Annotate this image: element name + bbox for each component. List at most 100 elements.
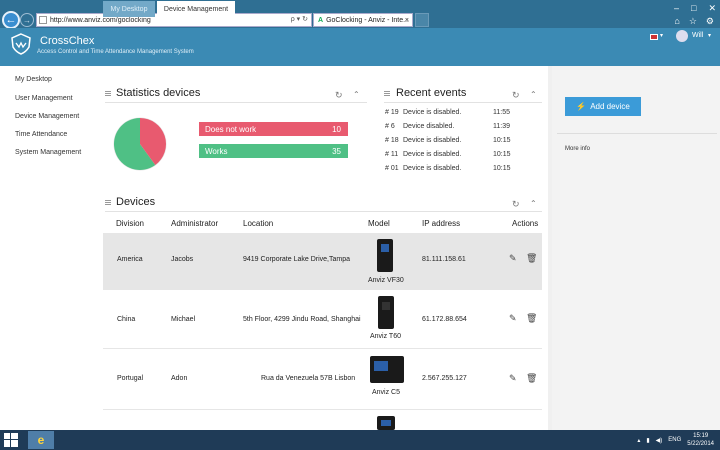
sidebar-item-user-management[interactable]: User Management xyxy=(15,95,73,102)
scrollbar[interactable] xyxy=(548,66,552,430)
collapse-icon[interactable]: ⌃ xyxy=(530,199,537,208)
drag-handle-icon[interactable] xyxy=(105,200,111,205)
back-button[interactable]: ← xyxy=(2,11,20,29)
trash-icon[interactable]: 🗑 xyxy=(526,253,537,264)
event-item: # 6 Device disabled. xyxy=(385,123,455,130)
column-header: Location xyxy=(243,219,274,228)
windows-start-icon[interactable] xyxy=(4,433,18,447)
close-window-button[interactable]: ✕ xyxy=(708,3,716,14)
maximize-button[interactable]: □ xyxy=(691,3,696,14)
network-icon[interactable]: ▮ xyxy=(646,437,649,444)
browser-tab[interactable]: A GoClocking - Anviz - Inte... × xyxy=(313,13,413,27)
refresh-icon[interactable]: ↻ xyxy=(512,90,520,101)
favorites-icon[interactable]: ☆ xyxy=(689,16,697,27)
admin-cell: Adon xyxy=(171,375,188,382)
clock-time: 15:19 xyxy=(693,433,709,439)
right-panel xyxy=(552,66,720,430)
sidebar-item-system-management[interactable]: System Management xyxy=(15,149,81,156)
window-controls: – □ ✕ xyxy=(674,3,716,14)
language-flag-icon[interactable] xyxy=(650,34,658,40)
ip-cell: 61.172.88.654 xyxy=(422,316,467,323)
event-item: # 01 Device is disabled. xyxy=(385,165,462,172)
trash-icon[interactable]: 🗑 xyxy=(526,313,537,324)
division-cell: China xyxy=(117,316,136,323)
minimize-button[interactable]: – xyxy=(674,3,679,14)
taskbar: e ▴ ▮ ◀) ENG 15:19 5/22/2014 xyxy=(0,430,720,450)
location-cell: Rua da Venezuela 57B Lisbon xyxy=(261,375,356,382)
model-name: Anviz T60 xyxy=(370,333,401,340)
refresh-icon[interactable]: ↻ xyxy=(512,199,520,210)
ip-cell: 2.567.255.127 xyxy=(422,375,467,382)
clock[interactable]: 15:19 5/22/2014 xyxy=(687,432,714,448)
user-name[interactable]: Will xyxy=(692,32,703,39)
tab-close-icon[interactable]: × xyxy=(405,17,409,24)
clock-date: 5/22/2014 xyxy=(687,441,714,447)
avatar[interactable] xyxy=(676,30,688,42)
trash-icon[interactable]: 🗑 xyxy=(526,373,537,384)
drag-handle-icon[interactable] xyxy=(105,91,111,96)
stat-label: Does not work xyxy=(205,124,257,134)
event-time: 10:15 xyxy=(493,151,511,158)
tab-device-management[interactable]: Device Management xyxy=(157,1,235,17)
collapse-icon[interactable]: ⌃ xyxy=(353,90,360,99)
event-time: 11:39 xyxy=(493,123,510,130)
device-vf30-image xyxy=(377,239,393,272)
new-tab-button[interactable] xyxy=(415,13,429,27)
more-info-link[interactable]: More info xyxy=(565,146,590,152)
device-t60-image xyxy=(378,296,394,329)
volume-icon[interactable]: ◀) xyxy=(656,437,663,444)
device-partial-image xyxy=(377,416,395,430)
stat-does-not-work: Does not work 10 xyxy=(199,122,348,136)
divider xyxy=(105,102,367,103)
drag-handle-icon[interactable] xyxy=(384,91,390,96)
url-text: http://www.anviz.com/goclocking xyxy=(50,16,151,24)
shield-logo-icon xyxy=(11,33,31,55)
address-tools-icon[interactable]: ρ ▾ ↻ xyxy=(291,15,308,23)
stat-count: 35 xyxy=(332,146,341,156)
pencil-icon[interactable]: ✎ xyxy=(509,373,517,384)
stat-count: 10 xyxy=(332,124,341,134)
page-icon xyxy=(39,16,47,24)
location-cell: 9419 Corporate Lake Drive,Tampa xyxy=(243,256,351,263)
tab-my-desktop[interactable]: My Desktop xyxy=(103,1,155,17)
event-time: 10:15 xyxy=(493,137,511,144)
status-pie-chart xyxy=(113,117,167,171)
ip-cell: 81.111.158.61 xyxy=(422,256,466,263)
arrow-left-icon: ← xyxy=(5,14,17,26)
settings-icon[interactable]: ⚙ xyxy=(706,16,714,27)
devices-title: Devices xyxy=(116,196,156,208)
user-menu-caret-icon[interactable]: ▾ xyxy=(708,32,711,39)
sidebar-item-device-management[interactable]: Device Management xyxy=(15,113,79,120)
app-subtitle: Access Control and Time Attendance Manag… xyxy=(37,49,194,55)
forward-button[interactable]: → xyxy=(20,13,34,27)
arrow-right-icon: → xyxy=(23,15,31,25)
column-header: Actions xyxy=(512,219,539,228)
sidebar-item-time-attendance[interactable]: Time Attendance xyxy=(15,131,67,138)
divider xyxy=(557,133,717,134)
location-cell: 5th Floor, 4299 Jindu Road, Shanghai xyxy=(243,316,361,323)
divider xyxy=(384,102,542,103)
stat-label: Works xyxy=(205,146,228,156)
add-device-button[interactable]: ⚡ Add device xyxy=(565,97,641,116)
add-device-label: Add device xyxy=(590,102,630,111)
anviz-tab-icon: A xyxy=(318,16,324,24)
pencil-icon[interactable]: ✎ xyxy=(509,313,517,324)
pencil-icon[interactable]: ✎ xyxy=(509,253,517,264)
division-cell: Portugal xyxy=(117,375,144,382)
tray-expand-icon[interactable]: ▴ xyxy=(637,437,640,444)
collapse-icon[interactable]: ⌃ xyxy=(530,90,537,99)
internet-explorer-icon[interactable]: e xyxy=(28,431,54,449)
column-header: IP address xyxy=(422,219,461,228)
admin-cell: Jacobs xyxy=(171,256,194,263)
column-header: Division xyxy=(116,219,145,228)
app-title: CrossChex xyxy=(40,35,95,47)
language-indicator[interactable]: ENG xyxy=(668,437,681,443)
column-header: Administrator xyxy=(171,219,219,228)
column-header: Model xyxy=(368,219,390,228)
model-name: Anviz VF30 xyxy=(368,277,404,284)
refresh-icon[interactable]: ↻ xyxy=(335,90,343,101)
sidebar-item-my-desktop[interactable]: My Desktop xyxy=(15,76,52,83)
home-icon[interactable]: ⌂ xyxy=(674,16,679,27)
language-caret-icon[interactable]: ▾ xyxy=(660,32,663,39)
sidebar: My Desktop User Management Device Manage… xyxy=(0,66,100,430)
